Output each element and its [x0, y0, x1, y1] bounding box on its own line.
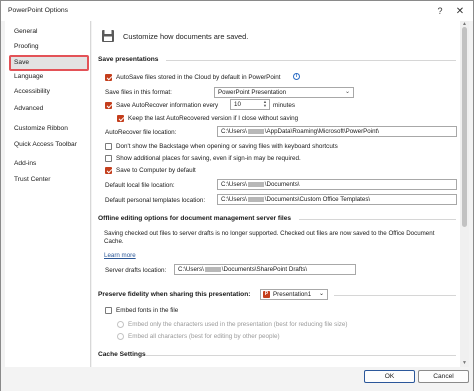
path-suffix: \AppData\Roaming\Microsoft\PowerPoint\ — [264, 128, 379, 135]
default-local-field[interactable]: C:\Users\ \Documents\ — [217, 179, 457, 190]
keep-last-checkbox[interactable] — [117, 115, 124, 122]
additional-places-label: Show additional places for saving, even … — [116, 155, 301, 162]
divider — [299, 219, 456, 220]
minutes-label: minutes — [273, 102, 296, 109]
presentation-select-value: Presentation1 — [273, 291, 312, 298]
section-preserve-fidelity: Preserve fidelity when sharing this pres… — [98, 291, 251, 298]
embed-all-label: Embed all characters (best for editing b… — [128, 333, 280, 340]
autorecover-location-label: AutoRecover file location: — [105, 129, 177, 136]
powerpoint-icon: P — [263, 291, 270, 298]
close-icon[interactable]: ✕ — [453, 4, 467, 18]
offline-note: Saving checked out files to server draft… — [104, 230, 435, 245]
redacted-username — [247, 196, 264, 202]
server-drafts-label: Server drafts location: — [105, 267, 167, 274]
sidebar-item-customize-ribbon[interactable]: Customize Ribbon — [9, 122, 88, 136]
redacted-username — [247, 128, 264, 134]
chevron-down-icon: ⌄ — [344, 89, 350, 95]
autosave-label: AutoSave files stored in the Cloud by de… — [116, 74, 281, 81]
default-templates-label: Default personal templates location: — [105, 197, 206, 204]
server-drafts-field[interactable]: C:\Users\ \Documents\SharePoint Drafts\ — [174, 264, 356, 275]
title-bar: PowerPoint Options ? ✕ — [1, 1, 473, 21]
ok-button[interactable]: OK — [364, 370, 415, 383]
divider — [146, 355, 456, 356]
autorecover-label: Save AutoRecover information every — [116, 102, 219, 109]
format-label: Save files in this format: — [105, 89, 172, 96]
chevron-down-icon: ⌄ — [318, 291, 324, 297]
embed-fonts-checkbox[interactable] — [105, 307, 112, 314]
autorecover-minutes-stepper[interactable]: 10 ▲ ▼ — [230, 99, 270, 110]
format-select[interactable]: PowerPoint Presentation ⌄ — [214, 87, 354, 98]
keep-last-label: Keep the last AutoRecovered version if I… — [128, 115, 299, 122]
divider — [334, 295, 456, 296]
window-title: PowerPoint Options — [8, 7, 69, 14]
format-select-value: PowerPoint Presentation — [218, 89, 287, 96]
autorecover-location-field[interactable]: C:\Users\ \AppData\Roaming\Microsoft\Powe… — [217, 126, 457, 137]
embed-only-used-label: Embed only the characters used in the pr… — [128, 321, 348, 328]
default-templates-field[interactable]: C:\Users\ \Documents\Custom Office Templa… — [217, 194, 457, 205]
sidebar-item-trust-center[interactable]: Trust Center — [9, 173, 88, 187]
redacted-username — [204, 266, 221, 272]
divider — [166, 60, 456, 61]
cancel-button[interactable]: Cancel — [418, 370, 469, 383]
section-save-presentations: Save presentations — [98, 56, 159, 63]
backstage-label: Don't show the Backstage when opening or… — [116, 143, 338, 150]
sidebar-item-general[interactable]: General — [9, 25, 88, 39]
scroll-down-icon[interactable]: ▼ — [460, 360, 469, 366]
additional-places-checkbox[interactable] — [105, 155, 112, 162]
autosave-checkbox[interactable] — [105, 74, 112, 81]
presentation-select[interactable]: P Presentation1 ⌄ — [260, 289, 328, 300]
sidebar-item-accessibility[interactable]: Accessibility — [9, 85, 88, 99]
embed-all-radio[interactable] — [117, 333, 124, 340]
embed-only-used-radio[interactable] — [117, 321, 124, 328]
path-prefix: C:\Users\ — [221, 196, 247, 203]
info-icon[interactable]: i — [293, 73, 300, 80]
sidebar-item-proofing[interactable]: Proofing — [9, 40, 88, 54]
section-offline-editing: Offline editing options for document man… — [98, 215, 292, 222]
scrollbar-thumb[interactable] — [462, 27, 467, 227]
sidebar-item-quick-access-toolbar[interactable]: Quick Access Toolbar — [9, 138, 88, 152]
autorecover-checkbox[interactable] — [105, 102, 112, 109]
path-suffix: \Documents\Custom Office Templates\ — [264, 196, 371, 203]
floppy-disk-icon — [102, 30, 114, 42]
sidebar-item-advanced[interactable]: Advanced — [9, 102, 88, 116]
sidebar: General Proofing Save Language Accessibi… — [5, 21, 91, 367]
path-prefix: C:\Users\ — [221, 128, 247, 135]
redacted-username — [247, 181, 264, 187]
path-suffix: \Documents\SharePoint Drafts\ — [221, 266, 308, 273]
page-title: Customize how documents are saved. — [123, 32, 249, 41]
embed-fonts-label: Embed fonts in the file — [116, 307, 179, 314]
path-prefix: C:\Users\ — [178, 266, 204, 273]
default-local-label: Default local file location: — [105, 182, 175, 189]
sidebar-item-language[interactable]: Language — [9, 70, 88, 84]
path-prefix: C:\Users\ — [221, 181, 247, 188]
save-to-computer-checkbox[interactable] — [105, 167, 112, 174]
backstage-checkbox[interactable] — [105, 143, 112, 150]
section-cache-settings: Cache Settings — [98, 351, 146, 358]
stepper-down-icon[interactable]: ▼ — [262, 104, 268, 108]
help-icon[interactable]: ? — [433, 4, 447, 18]
sidebar-item-add-ins[interactable]: Add-ins — [9, 157, 88, 171]
learn-more-link[interactable]: Learn more — [104, 252, 136, 259]
save-highlight-box — [9, 55, 89, 71]
save-to-computer-label: Save to Computer by default — [116, 167, 196, 174]
autorecover-minutes-value: 10 — [234, 101, 241, 108]
options-window: PowerPoint Options ? ✕ General Proofing … — [0, 0, 474, 391]
path-suffix: \Documents\ — [264, 181, 300, 188]
